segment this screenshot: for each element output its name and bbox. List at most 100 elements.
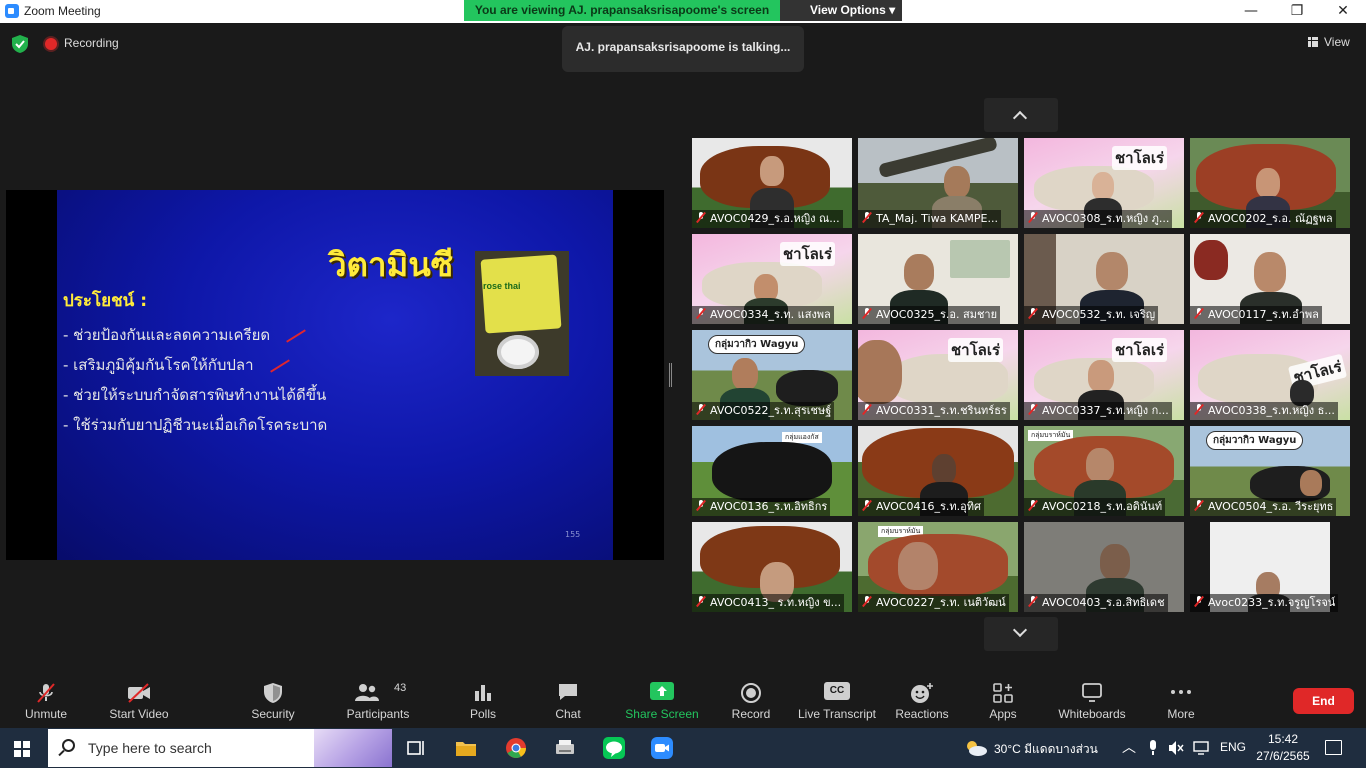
polls-bar-chart-icon <box>475 685 491 701</box>
input-language[interactable]: ENG <box>1220 740 1246 754</box>
participant-tile[interactable]: AVOC0532_ร.ท. เจริญ <box>1024 234 1184 324</box>
participant-tile[interactable]: กลุ่มวากิว Wagyu AVOC0522_ร.ท.สุรเชษฐ์ <box>692 330 852 420</box>
participant-tile[interactable]: AVOC0325_ร.อ. สมชาย <box>858 234 1018 324</box>
taskbar-clock[interactable]: 15:42 27/6/2565 <box>1256 731 1310 765</box>
participant-name-text: AVOC0334_ร.ท. แสงพล <box>710 308 831 321</box>
speaker-muted-icon[interactable] <box>1168 740 1184 756</box>
whiteboards-button[interactable]: Whiteboards <box>1054 670 1130 728</box>
tray-mic-icon[interactable] <box>1147 740 1159 756</box>
participant-tile[interactable]: กลุ่มแองกัส AVOC0136_ร.ท.อิทธิกร <box>692 426 852 516</box>
start-video-button[interactable]: Start Video <box>102 670 176 728</box>
participant-tile[interactable]: ชาโลเร่ AVOC0334_ร.ท. แสงพล <box>692 234 852 324</box>
windows-start-icon[interactable] <box>14 741 30 757</box>
participant-tile[interactable]: ชาโลเร่ AVOC0337_ร.ท.หญิง ก... <box>1024 330 1184 420</box>
record-icon <box>741 683 761 703</box>
participant-name: AVOC0337_ร.ท.หญิง ก... <box>1024 402 1172 420</box>
participant-name-text: AVOC0308_ร.ท.หญิง ภู... <box>1042 212 1170 225</box>
weather-cloud-icon[interactable] <box>964 739 988 757</box>
participants-button[interactable]: 43 Participants <box>340 670 416 728</box>
mic-muted-icon <box>1194 308 1204 319</box>
participant-tile[interactable]: ชาโลเร่ AVOC0331_ร.ท.ชรินทร์ธร <box>858 330 1018 420</box>
recording-icon[interactable] <box>45 38 57 50</box>
record-button[interactable]: Record <box>724 670 778 728</box>
network-icon[interactable] <box>1193 741 1209 755</box>
participants-count: 43 <box>394 682 407 694</box>
participant-tile[interactable]: ชาโลเร่ AVOC0308_ร.ท.หญิง ภู... <box>1024 138 1184 228</box>
window-title: Zoom Meeting <box>24 4 101 18</box>
presentation-slide: วิตามินซี ประโยชน์ : - ช่วยป้องกันและลดค… <box>57 190 613 560</box>
participant-tile[interactable]: AVOC0202_ร.อ. ณัฏฐพล <box>1190 138 1350 228</box>
chevron-up-icon <box>1012 110 1028 126</box>
more-button[interactable]: More <box>1158 670 1204 728</box>
person-head <box>944 166 970 198</box>
zoom-window: Zoom Meeting — ❐ ✕ You are viewing AJ. p… <box>0 0 1366 768</box>
maximize-button[interactable]: ❐ <box>1274 0 1320 23</box>
recording-label[interactable]: Recording <box>64 36 119 50</box>
mic-muted-icon <box>696 308 706 319</box>
participant-tile[interactable]: กลุ่มบราห์มัน AVOC0227_ร.ท. เนติวัฒน์ <box>858 522 1018 612</box>
line-app-icon[interactable] <box>602 736 626 760</box>
end-meeting-button[interactable]: End <box>1293 688 1354 714</box>
encryption-shield-icon[interactable] <box>12 35 28 53</box>
participant-name: TA_Maj. Tiwa KAMPE... <box>858 210 1001 228</box>
person-head <box>858 340 902 404</box>
clock-time: 15:42 <box>1267 732 1299 746</box>
grid-view-icon <box>1308 37 1318 47</box>
reactions-button[interactable]: Reactions <box>892 670 952 728</box>
zoom-taskbar-icon[interactable] <box>650 736 674 760</box>
viewing-screen-banner: You are viewing AJ. prapansaksrisapoome'… <box>464 0 780 21</box>
participant-tile[interactable]: AVOC0117_ร.ท.อำพล <box>1190 234 1350 324</box>
participant-tile[interactable]: AVOC0403_ร.อ.สิทธิเดช <box>1024 522 1184 612</box>
taskbar-search-box[interactable]: Type here to search <box>48 729 392 767</box>
apps-button[interactable]: Apps <box>980 670 1026 728</box>
unmute-button[interactable]: Unmute <box>14 670 78 728</box>
minimize-button[interactable]: — <box>1228 0 1274 23</box>
share-screen-button[interactable]: Share Screen <box>622 670 702 728</box>
show-hidden-icons-chevron[interactable]: ︿ <box>1122 737 1136 757</box>
participant-tile[interactable]: AVOC0416_ร.ท.อุทิศ <box>858 426 1018 516</box>
view-options-button[interactable]: View Options ▾ <box>780 0 902 21</box>
participant-name-text: AVOC0338_ร.ท.หญิง ธ... <box>1208 404 1335 417</box>
participant-tile[interactable]: AVOC0413_ ร.ท.หญิง ข... <box>692 522 852 612</box>
record-label: Record <box>731 707 771 721</box>
participant-name: AVOC0117_ร.ท.อำพล <box>1190 306 1322 324</box>
file-explorer-icon[interactable] <box>454 736 478 760</box>
live-transcript-label: Live Transcript <box>797 707 877 721</box>
product-bag <box>480 254 562 334</box>
participant-tile[interactable]: กลุ่มบราห์มัน AVOC0218_ร.ท.อดินันท์ <box>1024 426 1184 516</box>
gallery-page-up-button[interactable] <box>984 98 1058 132</box>
shared-screen[interactable]: วิตามินซี ประโยชน์ : - ช่วยป้องกันและลดค… <box>6 190 664 560</box>
scanner-app-icon[interactable] <box>553 736 577 760</box>
mic-muted-icon <box>862 500 872 511</box>
participant-name: AVOC0308_ร.ท.หญิง ภู... <box>1024 210 1173 228</box>
participant-tile[interactable]: Avoc0233_ร.ท.จรูญโรจน์ <box>1190 522 1350 612</box>
task-view-icon[interactable] <box>404 736 428 760</box>
live-transcript-button[interactable]: CC Live Transcript <box>796 670 878 728</box>
mic-muted-icon <box>1028 308 1038 319</box>
gallery-page-down-button[interactable] <box>984 617 1058 651</box>
apps-label: Apps <box>989 707 1017 721</box>
participant-tile[interactable]: AVOC0429_ร.อ.หญิง ณ... <box>692 138 852 228</box>
reactions-emoji-icon <box>911 683 933 703</box>
chrome-icon[interactable] <box>504 736 528 760</box>
window-frame <box>950 240 1010 278</box>
close-button[interactable]: ✕ <box>1320 0 1366 23</box>
participants-icon <box>355 684 380 701</box>
person-head <box>932 454 956 484</box>
security-button[interactable]: Security <box>244 670 302 728</box>
chat-button[interactable]: Chat <box>542 670 594 728</box>
view-button[interactable]: View <box>1308 35 1350 49</box>
person-head <box>1256 168 1280 198</box>
weather-text[interactable]: 30°C มีแดดบางส่วน <box>994 740 1098 759</box>
polls-button[interactable]: Polls <box>458 670 508 728</box>
participant-tile[interactable]: TA_Maj. Tiwa KAMPE... <box>858 138 1018 228</box>
person-head <box>1100 544 1130 580</box>
person-head <box>732 358 758 390</box>
participant-tile[interactable]: กลุ่มวากิว Wagyu AVOC0504_ร.อ. วีระยุทธ <box>1190 426 1350 516</box>
participant-name: AVOC0504_ร.อ. วีระยุทธ <box>1190 498 1337 516</box>
notification-center-icon[interactable] <box>1325 740 1342 755</box>
whiteboard-icon <box>1082 683 1102 702</box>
split-divider-handle[interactable] <box>669 363 672 387</box>
participant-tile[interactable]: ชาโลเร่ AVOC0338_ร.ท.หญิง ธ... <box>1190 330 1350 420</box>
security-label: Security <box>251 707 295 721</box>
